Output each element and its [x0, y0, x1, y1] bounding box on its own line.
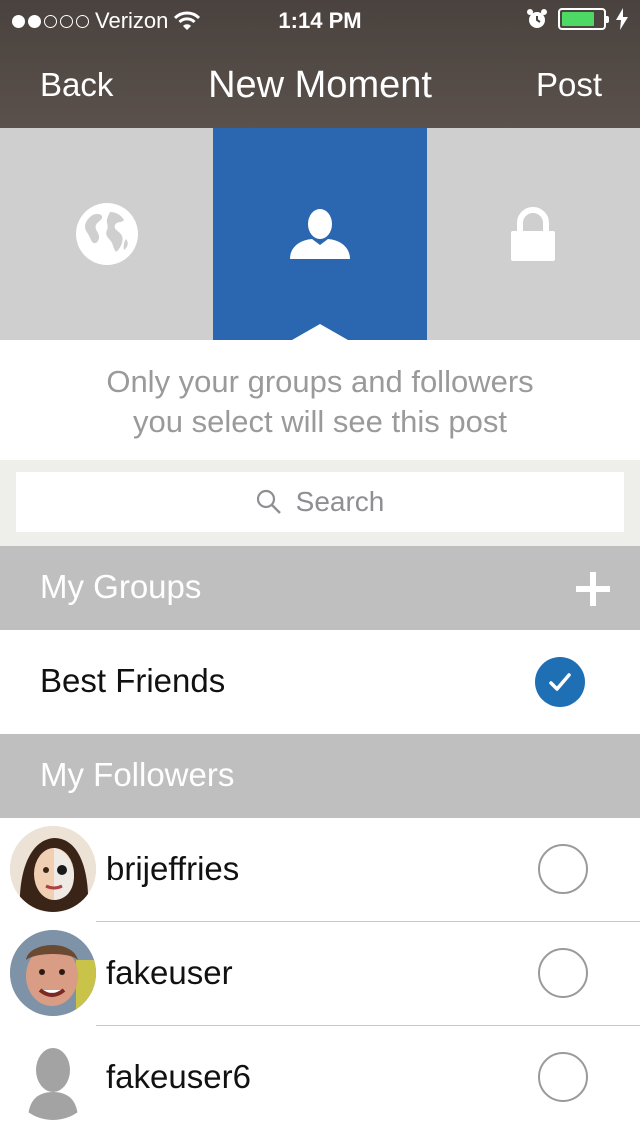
post-button[interactable]: Post	[536, 66, 602, 104]
avatar	[10, 930, 96, 1016]
privacy-description: Only your groups and followers you selec…	[0, 340, 640, 460]
add-group-button[interactable]	[576, 572, 610, 606]
group-checkbox-checked[interactable]	[535, 657, 585, 707]
search-icon	[256, 489, 281, 514]
follower-row[interactable]: fakeuser	[0, 922, 640, 1026]
search-placeholder: Search	[295, 486, 385, 517]
description-line-1: Only your groups and followers	[106, 364, 534, 399]
avatar-placeholder-icon	[10, 1034, 96, 1120]
avatar	[10, 826, 96, 912]
groups-section-title: My Groups	[40, 568, 202, 605]
tab-private[interactable]	[427, 128, 640, 340]
follower-checkbox[interactable]	[538, 948, 588, 998]
top-bar: Verizon 1:14 PM Back New Moment Post	[0, 0, 640, 128]
search-bar-container: Search	[0, 460, 640, 546]
status-bar: Verizon 1:14 PM	[0, 0, 640, 40]
group-name: Best Friends	[40, 662, 226, 699]
groups-section-header: My Groups	[0, 546, 640, 630]
tab-followers[interactable]	[213, 128, 427, 340]
follower-row[interactable]: brijeffries	[0, 818, 640, 922]
followers-section-title: My Followers	[40, 756, 235, 793]
battery-icon	[558, 8, 609, 30]
search-input[interactable]: Search	[16, 472, 624, 532]
privacy-tabs	[0, 128, 640, 340]
follower-row[interactable]: fakeuser6	[0, 1026, 640, 1130]
followers-section-header: My Followers	[0, 734, 640, 818]
charging-icon	[616, 8, 628, 30]
lock-icon	[511, 207, 556, 261]
back-button[interactable]: Back	[40, 66, 113, 104]
globe-icon	[75, 203, 138, 265]
follower-username: brijeffries	[106, 850, 240, 887]
follower-checkbox[interactable]	[538, 1052, 588, 1102]
follower-username: fakeuser6	[106, 1058, 251, 1095]
person-icon	[289, 209, 350, 259]
follower-checkbox[interactable]	[538, 844, 588, 894]
description-line-2: you select will see this post	[133, 404, 507, 439]
alarm-icon	[527, 9, 547, 28]
group-row[interactable]: Best Friends	[0, 630, 640, 734]
nav-bar: Back New Moment Post	[0, 40, 640, 128]
follower-username: fakeuser	[106, 954, 233, 991]
tab-public[interactable]	[0, 128, 213, 340]
status-right	[526, 8, 628, 30]
checkmark-icon	[549, 673, 571, 691]
